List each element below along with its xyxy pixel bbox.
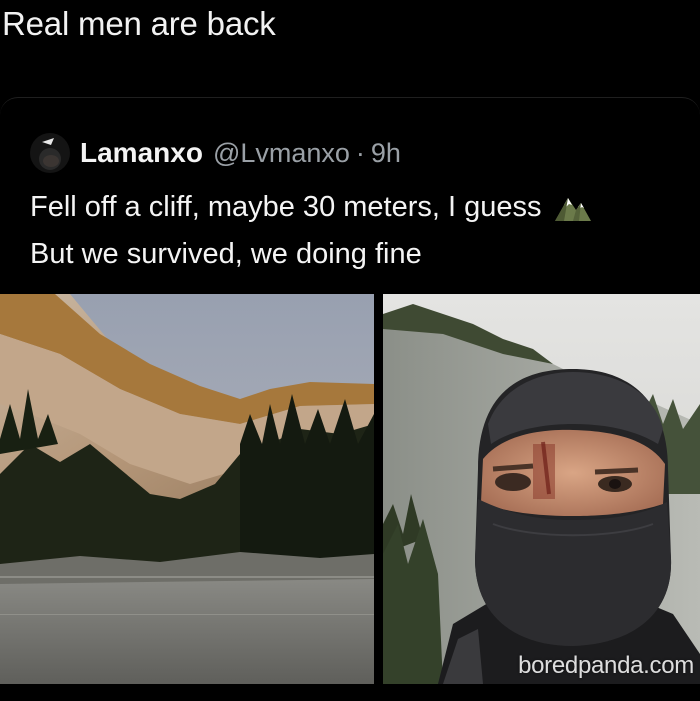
masked-selfie-photo[interactable]: boredpanda.com xyxy=(383,294,700,684)
user-avatar[interactable] xyxy=(30,133,70,173)
tweet-line-2: But we survived, we doing fine xyxy=(30,238,422,270)
post-caption: Real men are back xyxy=(2,5,276,42)
display-name[interactable]: Lamanxo xyxy=(80,137,203,169)
avatar-image xyxy=(30,133,70,173)
tweet-header: Lamanxo @Lvmanxo · 9h xyxy=(30,130,401,176)
tweet-line-1-text: Fell off a cliff, maybe 30 meters, I gue… xyxy=(30,191,542,223)
user-handle[interactable]: @Lvmanxo xyxy=(213,138,350,169)
cliff-valley-photo[interactable] xyxy=(0,294,374,684)
mountain-snow-icon xyxy=(554,190,592,234)
tweet-line-1: Fell off a cliff, maybe 30 meters, I gue… xyxy=(30,187,690,234)
cliff-valley-image xyxy=(0,294,374,684)
separator-dot: · xyxy=(355,137,365,168)
tweet-timestamp[interactable]: 9h xyxy=(371,138,401,169)
tweet-text: Fell off a cliff, maybe 30 meters, I gue… xyxy=(30,187,690,275)
masked-selfie-image xyxy=(383,294,700,684)
watermark: boredpanda.com xyxy=(518,652,694,679)
